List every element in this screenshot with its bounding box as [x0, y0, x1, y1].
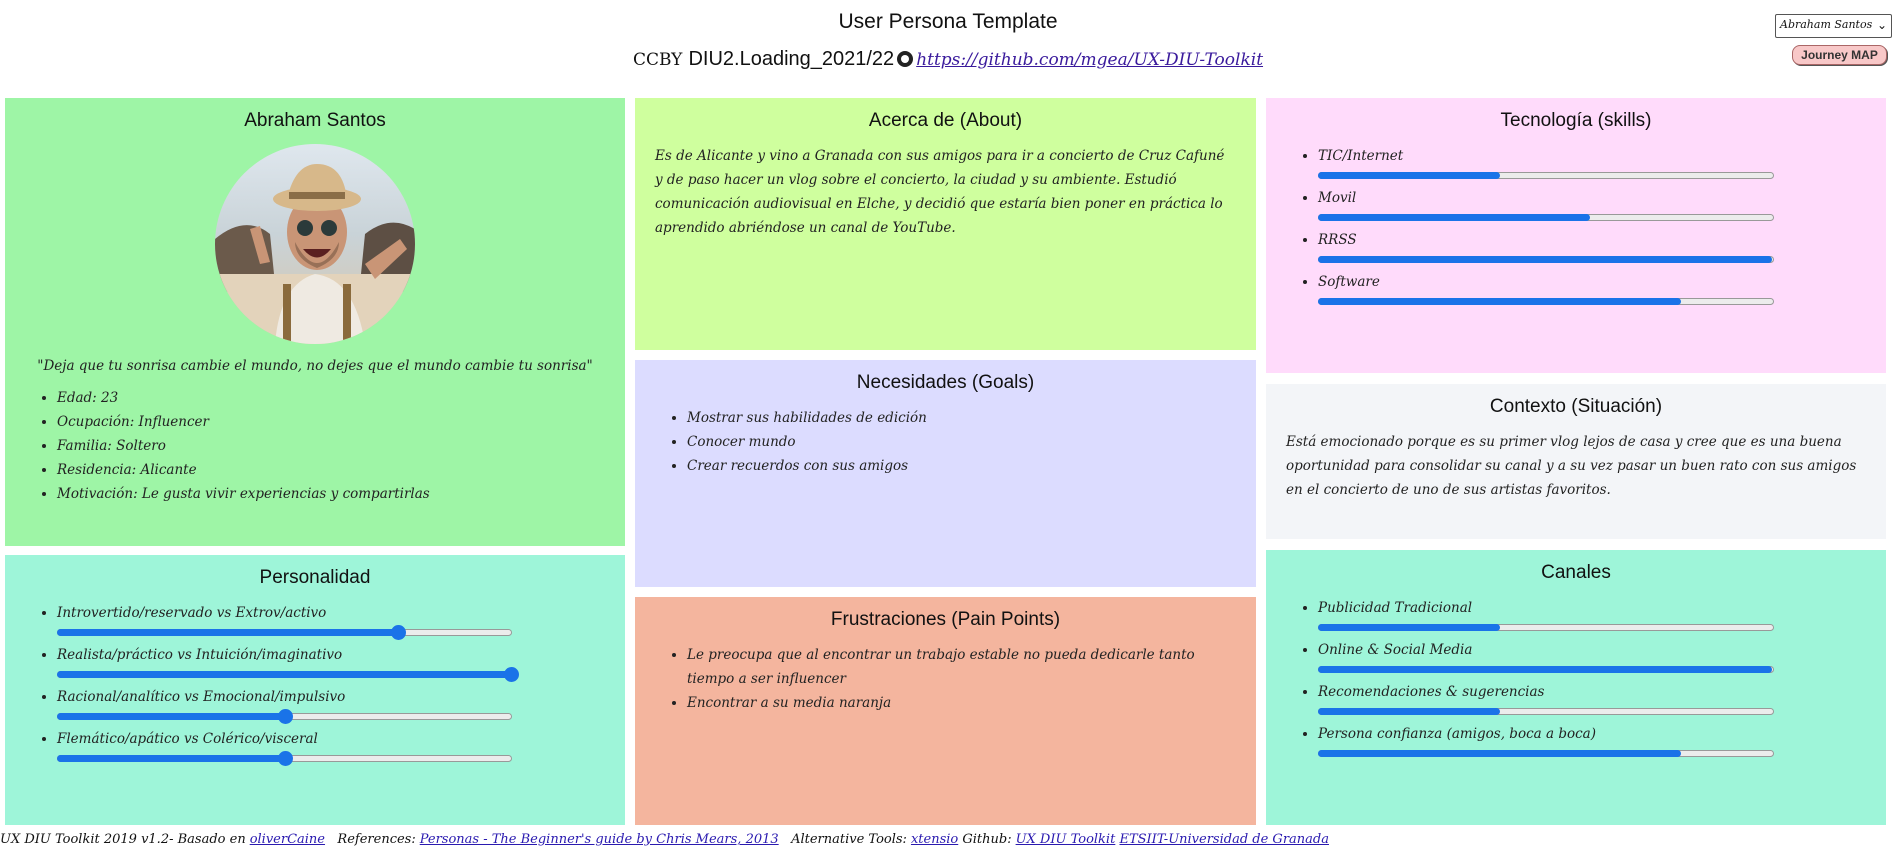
- based-on-link[interactable]: oliverCaine: [250, 832, 325, 847]
- skill-label: Software: [1318, 274, 1380, 290]
- project-label: DIU2.Loading_2021/22: [688, 48, 895, 70]
- trait-slider[interactable]: [57, 751, 512, 766]
- github-icon: [897, 51, 914, 67]
- channel-bar: [1318, 750, 1774, 757]
- channel-item: Recomendaciones & sugerencias: [1318, 680, 1870, 715]
- xtensio-link[interactable]: xtensio: [911, 832, 958, 847]
- skill-bar: [1318, 298, 1774, 305]
- detail-age: Edad: 23: [57, 386, 609, 410]
- context-title: Contexto (Situación): [1489, 396, 1663, 417]
- detail-occupation: Ocupación: Influencer: [57, 410, 609, 434]
- references-label: References:: [337, 832, 416, 847]
- detail-family: Familia: Soltero: [57, 434, 609, 458]
- channels-title: Canales: [1541, 562, 1611, 583]
- personality-title: Personalidad: [259, 567, 371, 588]
- skill-bar: [1318, 172, 1774, 179]
- skill-item: TIC/Internet: [1318, 144, 1870, 179]
- chevron-down-icon: ⌄: [1876, 18, 1887, 32]
- footer-prefix: UX DIU Toolkit 2019 v1.2- Basado en: [0, 832, 246, 847]
- persona-select-value: Abraham Santos: [1780, 18, 1873, 31]
- github-label: Github:: [962, 832, 1012, 847]
- trait-item: Introvertido/reservado vs Extrov/activo: [57, 601, 609, 640]
- trait-label: Flemático/apático vs Colérico/visceral: [57, 731, 318, 747]
- about-title: Acerca de (About): [868, 110, 1023, 131]
- frustration-item: Le preocupa que al encontrar un trabajo …: [687, 643, 1240, 691]
- about-text: Es de Alicante y vino a Granada con sus …: [655, 148, 1225, 236]
- subtitle: CCBY DIU2.Loading_2021/22 https://github.…: [0, 48, 1896, 71]
- detail-residence: Residencia: Alicante: [57, 458, 609, 482]
- journey-map-button[interactable]: Journey MAP: [1792, 45, 1887, 65]
- channel-bar: [1318, 708, 1774, 715]
- goals-card: Necesidades (Goals) Mostrar sus habilida…: [635, 360, 1256, 587]
- context-text: Está emocionado porque es su primer vlog…: [1286, 434, 1857, 498]
- about-card: Acerca de (About) Es de Alicante y vino …: [635, 98, 1256, 350]
- tech-title: Tecnología (skills): [1500, 110, 1652, 131]
- persona-select[interactable]: Abraham Santos ⌄: [1775, 14, 1892, 38]
- license-label: CCBY: [632, 50, 683, 70]
- avatar: [215, 144, 415, 344]
- university-link[interactable]: ETSIIT-Universidad de Granada: [1119, 832, 1329, 847]
- personality-card: Personalidad Introvertido/reservado vs E…: [5, 555, 625, 825]
- detail-motivation: Motivación: Le gusta vivir experiencias …: [57, 482, 609, 506]
- frustrations-card: Frustraciones (Pain Points) Le preocupa …: [635, 597, 1256, 825]
- channel-bar: [1318, 666, 1774, 673]
- toolkit-link[interactable]: UX DIU Toolkit: [1016, 832, 1116, 847]
- channel-item: Publicidad Tradicional: [1318, 596, 1870, 631]
- page-title: User Persona Template: [838, 10, 1058, 33]
- channel-label: Publicidad Tradicional: [1318, 600, 1473, 616]
- slider-thumb[interactable]: [277, 751, 293, 766]
- goal-item: Conocer mundo: [687, 430, 1240, 454]
- channel-item: Online & Social Media: [1318, 638, 1870, 673]
- channel-label: Recomendaciones & sugerencias: [1318, 684, 1545, 700]
- trait-item: Racional/analítico vs Emocional/impulsiv…: [57, 685, 609, 724]
- channel-item: Persona confianza (amigos, boca a boca): [1318, 722, 1870, 757]
- repo-link[interactable]: https://github.com/mgea/UX-DIU-Toolkit: [916, 50, 1263, 70]
- skill-item: Movil: [1318, 186, 1870, 221]
- references-link[interactable]: Personas - The Beginner's guide by Chris…: [420, 832, 779, 847]
- trait-item: Realista/práctico vs Intuición/imaginati…: [57, 643, 609, 682]
- context-card: Contexto (Situación) Está emocionado por…: [1266, 384, 1886, 539]
- slider-thumb[interactable]: [277, 709, 293, 724]
- trait-label: Realista/práctico vs Intuición/imaginati…: [57, 647, 343, 663]
- slider-thumb[interactable]: [504, 667, 519, 682]
- alt-tools-label: Alternative Tools:: [791, 832, 907, 847]
- trait-slider[interactable]: [57, 709, 512, 724]
- goal-item: Mostrar sus habilidades de edición: [687, 406, 1240, 430]
- trait-label: Racional/analítico vs Emocional/impulsiv…: [57, 689, 346, 705]
- trait-label: Introvertido/reservado vs Extrov/activo: [57, 605, 327, 621]
- skill-bar: [1318, 256, 1774, 263]
- tech-card: Tecnología (skills) TIC/Internet Movil R…: [1266, 98, 1886, 373]
- persona-quote: "Deja que tu sonrisa cambie el mundo, no…: [37, 358, 593, 374]
- channel-label: Persona confianza (amigos, boca a boca): [1318, 726, 1596, 742]
- goal-item: Crear recuerdos con sus amigos: [687, 454, 1240, 478]
- channel-label: Online & Social Media: [1318, 642, 1473, 658]
- slider-thumb[interactable]: [390, 625, 406, 640]
- trait-item: Flemático/apático vs Colérico/visceral: [57, 727, 609, 766]
- trait-slider[interactable]: [57, 667, 519, 682]
- footer: UX DIU Toolkit 2019 v1.2- Basado en olive…: [0, 832, 1329, 847]
- skill-label: RRSS: [1318, 232, 1357, 248]
- profile-card: Abraham Santos "Deja que tu sonrisa camb…: [5, 98, 625, 546]
- skill-item: RRSS: [1318, 228, 1870, 263]
- goals-title: Necesidades (Goals): [856, 372, 1035, 393]
- skill-label: Movil: [1318, 190, 1357, 206]
- persona-name: Abraham Santos: [244, 110, 386, 131]
- frustrations-title: Frustraciones (Pain Points): [830, 609, 1061, 630]
- skill-bar: [1318, 214, 1774, 221]
- channel-bar: [1318, 624, 1774, 631]
- channels-card: Canales Publicidad Tradicional Online & …: [1266, 550, 1886, 825]
- trait-slider[interactable]: [57, 625, 512, 640]
- frustration-item: Encontrar a su media naranja: [687, 691, 1240, 715]
- persona-details: Edad: 23 Ocupación: Influencer Familia: …: [21, 386, 609, 506]
- skill-label: TIC/Internet: [1318, 148, 1404, 164]
- skill-item: Software: [1318, 270, 1870, 305]
